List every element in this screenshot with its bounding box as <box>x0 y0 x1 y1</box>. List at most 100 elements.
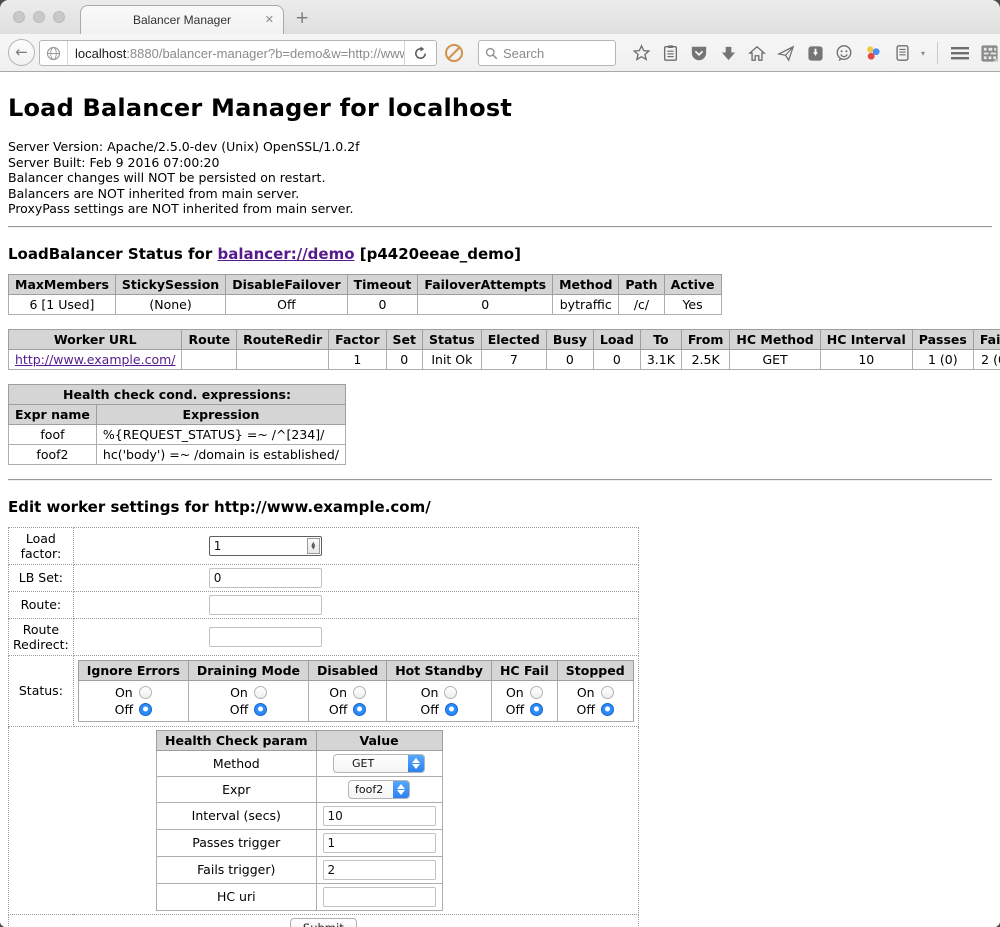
status-radio-row: On Off On Off On Off <box>78 680 633 721</box>
colored-dots-addon-icon[interactable] <box>863 43 883 63</box>
cell-fails: 2 (0) <box>973 349 1000 369</box>
lb-set-input[interactable] <box>209 568 322 588</box>
hc-passes-input[interactable] <box>323 833 436 853</box>
cell-passes: 1 (0) <box>912 349 973 369</box>
divider <box>8 226 992 228</box>
col-set: Set <box>386 329 422 349</box>
hc-uri-cell <box>316 883 442 910</box>
draining-mode-radios: On Off <box>188 680 308 721</box>
tab-close-icon[interactable]: ✕ <box>265 13 274 26</box>
archive-addon-icon[interactable] <box>892 43 912 63</box>
download-icon[interactable] <box>718 43 738 63</box>
stopped-off-radio[interactable] <box>601 703 614 716</box>
col-load: Load <box>593 329 640 349</box>
save-to-device-icon[interactable] <box>805 43 825 63</box>
off-label: Off <box>230 701 248 718</box>
submit-cell: Submit <box>9 914 639 927</box>
search-input[interactable] <box>503 46 603 61</box>
hc-expr-row: foof2 hc('body') =~ /domain is establish… <box>9 444 346 464</box>
col-expression: Expression <box>96 404 345 424</box>
expr-select[interactable]: foof2 <box>348 780 410 799</box>
cell-expr-name: foof <box>9 424 97 444</box>
home-icon[interactable] <box>747 43 767 63</box>
disabled-on-radio[interactable] <box>353 686 366 699</box>
ignore-errors-on-radio[interactable] <box>139 686 152 699</box>
grid-addon-icon[interactable] <box>979 43 999 63</box>
chevron-down-icon[interactable]: ▾ <box>921 49 925 58</box>
stopped-on-radio[interactable] <box>601 686 614 699</box>
browser-window: Balancer Manager ✕ + ← localhost:8880/ba… <box>0 0 1000 927</box>
ignore-errors-off-radio[interactable] <box>139 703 152 716</box>
heading-suffix: [p4420eeae_demo] <box>355 245 521 263</box>
close-window-button[interactable] <box>13 11 25 23</box>
cell-timeout: 0 <box>347 294 418 314</box>
hc-uri-row: HC uri <box>157 883 443 910</box>
cell-status: Init Ok <box>423 349 482 369</box>
hc-interval-input[interactable] <box>323 806 436 826</box>
hot-standby-on-radio[interactable] <box>444 686 457 699</box>
url-input[interactable]: localhost:8880/balancer-manager?b=demo&w… <box>68 46 404 61</box>
col-maxmembers: MaxMembers <box>9 274 116 294</box>
status-row: Status: Ignore Errors Draining Mode Disa… <box>9 655 639 726</box>
col-elected: Elected <box>481 329 546 349</box>
hc-fail-on-radio[interactable] <box>530 686 543 699</box>
balancer-demo-link[interactable]: balancer://demo <box>217 245 354 263</box>
search-icon <box>485 47 498 60</box>
pocket-icon[interactable] <box>689 43 709 63</box>
hc-expr-label: Expr <box>157 776 317 802</box>
lb-set-cell <box>73 564 638 591</box>
cell-method: bytraffic <box>553 294 619 314</box>
reading-list-icon[interactable] <box>660 43 680 63</box>
col-active: Active <box>664 274 721 294</box>
route-cell <box>73 591 638 618</box>
hot-standby-off-radio[interactable] <box>445 703 458 716</box>
url-path: :8880/balancer-manager?b=demo&w=http://w… <box>126 46 404 61</box>
minimize-window-button[interactable] <box>33 11 45 23</box>
content-blocked-icon[interactable] <box>444 43 464 63</box>
toolbar-divider <box>937 42 938 64</box>
search-bar[interactable] <box>478 40 616 66</box>
route-redirect-input[interactable] <box>209 627 322 647</box>
new-tab-button[interactable]: + <box>295 8 309 28</box>
cell-routeredir <box>237 349 329 369</box>
disabled-off-radio[interactable] <box>353 703 366 716</box>
draining-mode-on-radio[interactable] <box>254 686 267 699</box>
chat-smiley-icon[interactable] <box>834 43 854 63</box>
hc-expr-header-row: Expr name Expression <box>9 404 346 424</box>
worker-url-link[interactable]: http://www.example.com/ <box>15 352 175 367</box>
status-cell: Ignore Errors Draining Mode Disabled Hot… <box>73 655 638 726</box>
menu-hamburger-icon[interactable] <box>950 43 970 63</box>
stopped-radios: On Off <box>557 680 633 721</box>
hc-fails-input[interactable] <box>323 860 436 880</box>
health-check-table: Health Check param Value Method GET <box>156 730 443 911</box>
send-plane-icon[interactable] <box>776 43 796 63</box>
submit-button[interactable]: Submit <box>290 918 357 927</box>
col-routeredir: RouteRedir <box>237 329 329 349</box>
hc-fail-off-radio[interactable] <box>530 703 543 716</box>
zoom-window-button[interactable] <box>53 11 65 23</box>
cell-worker-url: http://www.example.com/ <box>9 349 182 369</box>
col-hc-interval: HC Interval <box>820 329 912 349</box>
worker-row: http://www.example.com/ 1 0 Init Ok 7 0 … <box>9 349 1000 369</box>
cell-disablefailover: Off <box>226 294 347 314</box>
off-label: Off <box>329 701 347 718</box>
hc-expr-title: Health check cond. expressions: <box>9 384 346 404</box>
off-label: Off <box>115 701 133 718</box>
tab-title: Balancer Manager <box>133 13 231 27</box>
route-row: Route: <box>9 591 639 618</box>
load-factor-input[interactable] <box>209 536 322 556</box>
reload-button[interactable] <box>405 46 436 61</box>
on-label: On <box>421 684 439 701</box>
cell-expression: hc('body') =~ /domain is established/ <box>96 444 345 464</box>
method-select[interactable]: GET <box>333 754 425 773</box>
col-stickysession: StickySession <box>115 274 225 294</box>
url-bar[interactable]: localhost:8880/balancer-manager?b=demo&w… <box>39 40 437 66</box>
number-stepper-icon[interactable]: ▲▼ <box>307 538 320 554</box>
on-label: On <box>329 684 347 701</box>
hc-uri-input[interactable] <box>323 887 436 907</box>
tab-balancer-manager[interactable]: Balancer Manager ✕ <box>80 5 284 34</box>
bookmark-star-icon[interactable] <box>631 43 651 63</box>
draining-mode-off-radio[interactable] <box>254 703 267 716</box>
back-button[interactable]: ← <box>8 39 35 66</box>
route-input[interactable] <box>209 595 322 615</box>
